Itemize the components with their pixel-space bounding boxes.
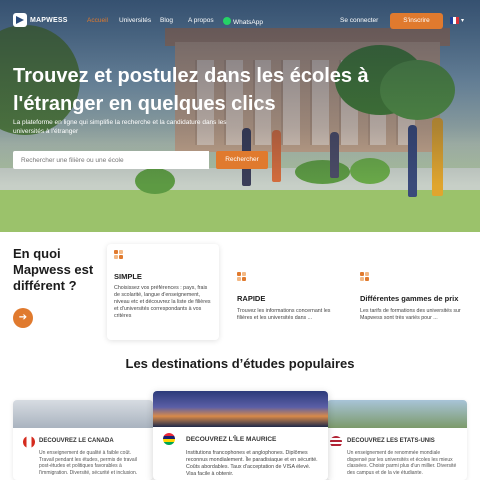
destination-image	[153, 391, 328, 427]
destination-card-maurice[interactable]: DECOUVREZ L'ÎLE MAURICE Institutions fra…	[153, 391, 328, 480]
feature-description-prix: Les tarifs de formations des universités…	[360, 308, 461, 321]
nav-link-accueil[interactable]: Accueil	[87, 17, 108, 24]
canada-flag-icon	[23, 436, 35, 448]
feature-title-simple: SIMPLE	[114, 272, 142, 281]
feature-icon	[114, 250, 124, 260]
destination-description: Institutions francophones et anglophones…	[186, 450, 318, 477]
hero-title: Trouvez et postulez dans les écoles à l'…	[13, 65, 369, 115]
usa-flag-icon	[330, 436, 342, 448]
login-button[interactable]: Se connecter	[340, 17, 378, 24]
top-navigation: MAPWESS Accueil Universités Blog A propo…	[0, 8, 480, 34]
destination-name: DECOUVREZ LES ETATS-UNIS	[347, 438, 435, 444]
feature-title-prix: Différentes gammes de prix	[360, 294, 459, 303]
hero-subtitle: La plateforme en ligne qui simplifie la …	[13, 119, 227, 135]
whatsapp-label: WhatsApp	[233, 19, 263, 26]
france-flag-icon[interactable]	[450, 17, 459, 24]
nav-link-universites[interactable]: Universités	[119, 17, 151, 24]
signup-button[interactable]: S'inscrire	[390, 13, 443, 29]
chevron-down-icon[interactable]: ▾	[461, 17, 464, 24]
search-input[interactable]	[13, 151, 209, 169]
mauritius-flag-icon	[163, 433, 175, 445]
destination-description: Un enseignement de renommée mondiale dis…	[347, 450, 457, 476]
arrow-right-icon[interactable]: ➔	[13, 308, 33, 328]
hero-section: MAPWESS Accueil Universités Blog A propo…	[0, 0, 480, 232]
nav-link-a-propos[interactable]: A propos	[188, 17, 214, 24]
destination-card-etats-unis[interactable]: DECOUVREZ LES ETATS-UNIS Un enseignement…	[327, 400, 467, 480]
section-title: En quoi Mapwess est différent ?	[13, 246, 94, 293]
destination-image	[13, 400, 153, 428]
destination-name: DECOUVREZ LE CANADA	[39, 438, 114, 444]
feature-icon	[360, 272, 370, 282]
brand-logo[interactable]: MAPWESS	[13, 13, 68, 27]
destinations-title: Les destinations d’études populaires	[125, 356, 355, 371]
feature-description-simple: Choisissez vos préférences : pays, frais…	[114, 285, 211, 319]
destination-description: Un enseignement de qualité à faible coût…	[39, 450, 138, 476]
logo-icon	[13, 13, 27, 27]
destination-card-canada[interactable]: DECOUVREZ LE CANADA Un enseignement de q…	[13, 400, 153, 480]
whatsapp-icon	[223, 17, 231, 25]
feature-icon	[237, 272, 247, 282]
brand-name: MAPWESS	[30, 16, 68, 24]
search-button[interactable]: Rechercher	[216, 151, 268, 169]
feature-title-rapide: RAPIDE	[237, 294, 266, 303]
why-different-section: En quoi Mapwess est différent ? ➔ SIMPLE…	[0, 232, 480, 344]
destination-name: DECOUVREZ L'ÎLE MAURICE	[186, 436, 277, 443]
feature-description-rapide: Trouvez les informations concernant les …	[237, 308, 331, 321]
nav-link-blog[interactable]: Blog	[160, 17, 173, 24]
destination-image	[327, 400, 467, 428]
nav-link-whatsapp[interactable]: WhatsApp	[223, 17, 263, 26]
